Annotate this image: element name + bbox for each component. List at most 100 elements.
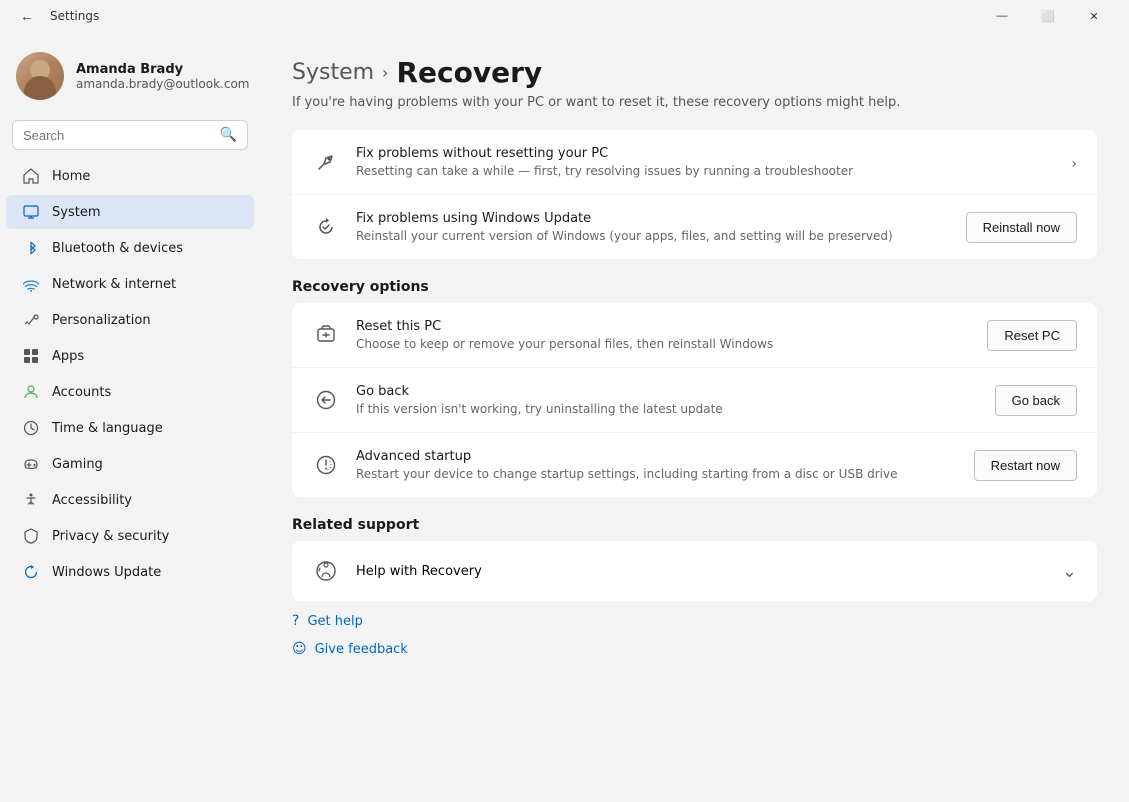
card-reset-pc-title: Reset this PC xyxy=(356,319,971,334)
card-go-back-desc: If this version isn't working, try unins… xyxy=(356,402,979,416)
system-icon xyxy=(22,203,40,221)
card-reset-pc: Reset this PC Choose to keep or remove y… xyxy=(292,303,1097,368)
sidebar-item-time[interactable]: Time & language xyxy=(6,411,254,445)
reinstall-now-button[interactable]: Reinstall now xyxy=(966,212,1077,243)
feedback-label: Give feedback xyxy=(315,642,408,657)
card-fix-windows-update-text: Fix problems using Windows Update Reinst… xyxy=(356,211,950,243)
minimize-button[interactable]: — xyxy=(979,0,1025,32)
sidebar-item-apps[interactable]: Apps xyxy=(6,339,254,373)
close-button[interactable]: ✕ xyxy=(1071,0,1117,32)
help-recovery-label: Help with Recovery xyxy=(356,564,1046,579)
advanced-startup-icon xyxy=(312,451,340,479)
window-title: Settings xyxy=(50,9,99,23)
sidebar-label-bluetooth: Bluetooth & devices xyxy=(52,241,183,256)
sidebar-item-home[interactable]: Home xyxy=(6,159,254,193)
card-go-back-title: Go back xyxy=(356,384,979,399)
card-advanced-startup-action: Restart now xyxy=(974,450,1077,481)
card-reset-pc-text: Reset this PC Choose to keep or remove y… xyxy=(356,319,971,351)
card-fix-no-reset-title: Fix problems without resetting your PC xyxy=(356,146,1055,161)
sidebar-label-accounts: Accounts xyxy=(52,385,111,400)
go-back-button[interactable]: Go back xyxy=(995,385,1077,416)
sidebar-label-privacy: Privacy & security xyxy=(52,529,169,544)
sidebar-item-network[interactable]: Network & internet xyxy=(6,267,254,301)
personalization-icon xyxy=(22,311,40,329)
sidebar-item-accessibility[interactable]: Accessibility xyxy=(6,483,254,517)
sidebar-item-system[interactable]: System xyxy=(6,195,254,229)
card-advanced-startup-text: Advanced startup Restart your device to … xyxy=(356,449,958,481)
sidebar-label-update: Windows Update xyxy=(52,565,161,580)
card-fix-windows-update-desc: Reinstall your current version of Window… xyxy=(356,229,950,243)
support-card-help-recovery[interactable]: Help with Recovery ⌄ xyxy=(292,541,1097,601)
help-recovery-chevron: ⌄ xyxy=(1062,561,1077,582)
support-section-header: Related support xyxy=(292,517,1097,533)
card-fix-windows-update-action: Reinstall now xyxy=(966,212,1077,243)
card-go-back-text: Go back If this version isn't working, t… xyxy=(356,384,979,416)
sidebar-label-gaming: Gaming xyxy=(52,457,103,472)
back-button[interactable]: ← xyxy=(12,4,42,28)
sidebar-item-accounts[interactable]: Accounts xyxy=(6,375,254,409)
card-fix-windows-update-title: Fix problems using Windows Update xyxy=(356,211,950,226)
breadcrumb: System › Recovery xyxy=(292,56,1097,89)
card-go-back: Go back If this version isn't working, t… xyxy=(292,368,1097,433)
card-fix-no-reset-desc: Resetting can take a while — first, try … xyxy=(356,164,1055,178)
user-info: Amanda Brady amanda.brady@outlook.com xyxy=(76,62,249,91)
chevron-right-icon: › xyxy=(1071,156,1077,172)
maximize-button[interactable]: ⬜ xyxy=(1025,0,1071,32)
reset-pc-icon xyxy=(312,321,340,349)
sidebar-item-update[interactable]: Windows Update xyxy=(6,555,254,589)
feedback-icon: ☺ xyxy=(292,641,307,657)
card-advanced-startup: Advanced startup Restart your device to … xyxy=(292,433,1097,497)
card-reset-pc-action: Reset PC xyxy=(987,320,1077,351)
reset-pc-button[interactable]: Reset PC xyxy=(987,320,1077,351)
fix-windows-update-icon xyxy=(312,213,340,241)
sidebar-label-personalization: Personalization xyxy=(52,313,151,328)
fix-no-reset-icon xyxy=(312,148,340,176)
network-icon xyxy=(22,275,40,293)
sidebar: Amanda Brady amanda.brady@outlook.com 🔍 … xyxy=(0,32,260,802)
home-icon xyxy=(22,167,40,185)
sidebar-item-privacy[interactable]: Privacy & security xyxy=(6,519,254,553)
avatar xyxy=(16,52,64,100)
apps-icon xyxy=(22,347,40,365)
accounts-icon xyxy=(22,383,40,401)
gaming-icon xyxy=(22,455,40,473)
restart-now-button[interactable]: Restart now xyxy=(974,450,1077,481)
help-recovery-icon xyxy=(312,557,340,585)
card-advanced-startup-desc: Restart your device to change startup se… xyxy=(356,467,958,481)
breadcrumb-arrow: › xyxy=(382,63,388,82)
breadcrumb-current: Recovery xyxy=(396,56,542,89)
sidebar-label-home: Home xyxy=(52,169,90,184)
sidebar-item-gaming[interactable]: Gaming xyxy=(6,447,254,481)
title-bar: ← Settings — ⬜ ✕ xyxy=(0,0,1129,32)
sidebar-label-accessibility: Accessibility xyxy=(52,493,132,508)
title-bar-controls: — ⬜ ✕ xyxy=(979,0,1117,32)
feedback-link[interactable]: ☺ Give feedback xyxy=(292,641,1097,657)
main-content: System › Recovery If you're having probl… xyxy=(260,32,1129,802)
card-go-back-action: Go back xyxy=(995,385,1077,416)
search-icon: 🔍 xyxy=(220,127,237,143)
card-reset-pc-desc: Choose to keep or remove your personal f… xyxy=(356,337,971,351)
update-icon xyxy=(22,563,40,581)
card-advanced-startup-title: Advanced startup xyxy=(356,449,958,464)
app-body: Amanda Brady amanda.brady@outlook.com 🔍 … xyxy=(0,32,1129,802)
sidebar-item-personalization[interactable]: Personalization xyxy=(6,303,254,337)
get-help-link[interactable]: ? Get help xyxy=(292,613,1097,629)
go-back-icon xyxy=(312,386,340,414)
breadcrumb-parent: System xyxy=(292,60,374,85)
card-fix-no-reset-text: Fix problems without resetting your PC R… xyxy=(356,146,1055,178)
card-fix-no-reset-action[interactable]: › xyxy=(1071,153,1077,172)
bluetooth-icon xyxy=(22,239,40,257)
sidebar-label-time: Time & language xyxy=(52,421,163,436)
recovery-options-group: Reset this PC Choose to keep or remove y… xyxy=(292,303,1097,497)
time-icon xyxy=(22,419,40,437)
user-name: Amanda Brady xyxy=(76,62,249,77)
page-description: If you're having problems with your PC o… xyxy=(292,95,1097,110)
sidebar-item-bluetooth[interactable]: Bluetooth & devices xyxy=(6,231,254,265)
user-email: amanda.brady@outlook.com xyxy=(76,77,249,91)
sidebar-label-network: Network & internet xyxy=(52,277,176,292)
search-box[interactable]: 🔍 xyxy=(12,120,248,150)
card-fix-windows-update: Fix problems using Windows Update Reinst… xyxy=(292,195,1097,259)
search-input[interactable] xyxy=(23,128,212,143)
privacy-icon xyxy=(22,527,40,545)
top-cards-group: Fix problems without resetting your PC R… xyxy=(292,130,1097,259)
